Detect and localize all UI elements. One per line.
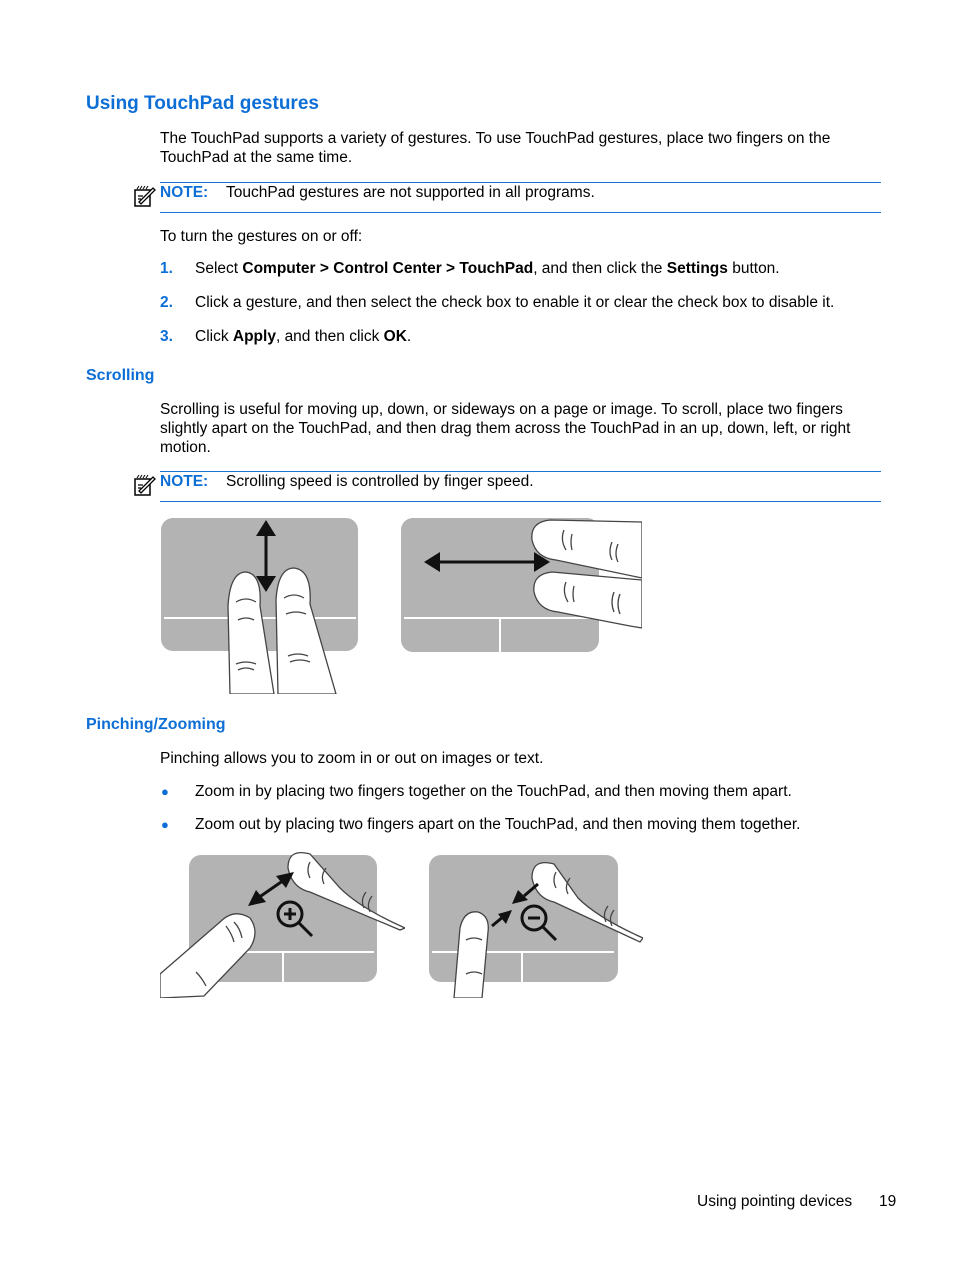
note-label: NOTE:: [160, 473, 209, 490]
note-pencil-icon: [134, 474, 156, 496]
intro-paragraph: The TouchPad supports a variety of gestu…: [160, 130, 831, 166]
page-footer: Using pointing devices 19: [697, 1193, 896, 1211]
bullet-icon: ●: [161, 784, 169, 799]
bullet-icon: ●: [161, 817, 169, 832]
toggle-intro: To turn the gestures on or off:: [160, 228, 363, 245]
bullet-text: Zoom in by placing two fingers together …: [195, 783, 792, 800]
step-text: Select Computer > Control Center > Touch…: [195, 260, 780, 277]
step-text: Click a gesture, and then select the che…: [195, 294, 835, 311]
scrolling-paragraph: Scrolling is useful for moving up, down,…: [160, 401, 851, 456]
step-number: 1.: [160, 260, 173, 277]
note-box: NOTE: TouchPad gestures are not supporte…: [134, 182, 881, 213]
pinching-paragraph: Pinching allows you to zoom in or out on…: [160, 750, 544, 767]
note-text: Scrolling speed is controlled by finger …: [226, 473, 534, 490]
section-heading-scrolling: Scrolling: [86, 367, 155, 384]
note-text: TouchPad gestures are not supported in a…: [226, 184, 595, 201]
note-label: NOTE:: [160, 184, 209, 201]
bullet-text: Zoom out by placing two fingers apart on…: [195, 816, 801, 833]
section-heading-pinching: Pinching/Zooming: [86, 716, 226, 733]
page-number: 19: [879, 1193, 897, 1210]
step-number: 3.: [160, 328, 173, 345]
vertical-scroll-illustration: [161, 518, 358, 694]
step-text: Click Apply, and then click OK.: [195, 328, 412, 345]
footer-section-title: Using pointing devices: [697, 1193, 853, 1210]
note-box: NOTE: Scrolling speed is controlled by f…: [134, 471, 881, 502]
zoom-out-illustration: [429, 855, 643, 998]
step-number: 2.: [160, 294, 173, 311]
zoom-in-illustration: [160, 851, 405, 998]
note-pencil-icon: [134, 185, 156, 207]
page-title: Using TouchPad gestures: [86, 93, 319, 114]
horizontal-scroll-illustration: [401, 518, 642, 652]
